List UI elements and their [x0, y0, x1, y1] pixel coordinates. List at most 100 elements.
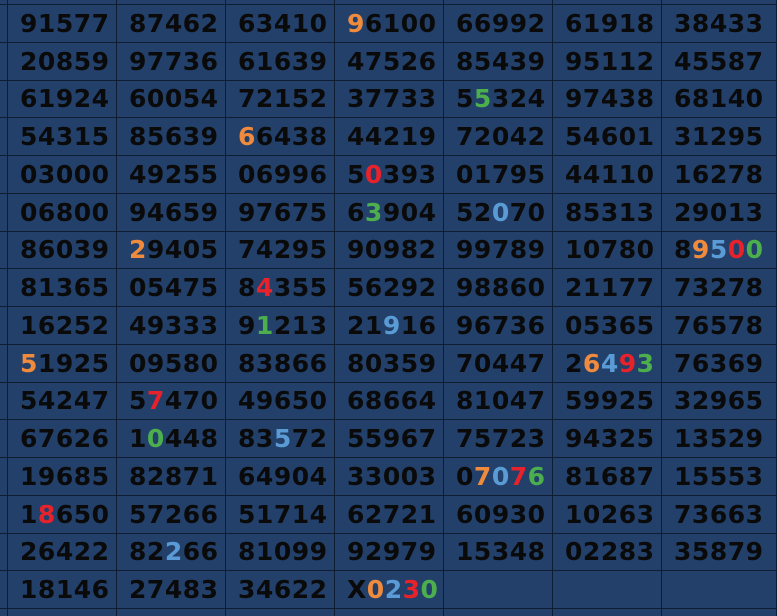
digit: 6 — [709, 499, 728, 529]
digit: 2 — [382, 122, 401, 152]
digit: 1 — [20, 310, 38, 340]
digit: 6 — [182, 537, 201, 567]
digit: 2 — [509, 84, 528, 114]
grid-cell: 67626 — [8, 420, 117, 458]
grid-cell: 85313 — [553, 193, 662, 232]
digit: 5 — [473, 84, 492, 114]
digit: 0 — [473, 499, 492, 529]
grid-cell: 84355 — [226, 269, 335, 307]
grid-cell: 66992 — [444, 5, 553, 43]
digit: 8 — [20, 235, 38, 265]
digit: 4 — [164, 8, 183, 38]
grid-edge — [0, 307, 8, 345]
digit: 5 — [129, 499, 147, 529]
digit: 0 — [745, 235, 764, 265]
digit: 0 — [745, 84, 764, 114]
digit: 7 — [727, 159, 746, 189]
digit: 9 — [565, 424, 583, 454]
grid-cell: 81687 — [553, 458, 662, 496]
digit: 3 — [402, 575, 421, 605]
digit: 5 — [164, 348, 183, 378]
digit: 7 — [745, 46, 764, 76]
digit: 8 — [565, 197, 583, 227]
digit: 7 — [238, 235, 256, 265]
grid-edge — [0, 231, 8, 270]
digit: 3 — [745, 197, 764, 227]
digit: 5 — [91, 461, 110, 491]
digit: 4 — [600, 84, 619, 114]
digit: 2 — [709, 122, 728, 152]
digit: 2 — [418, 235, 437, 265]
grid-cell: 16278 — [662, 156, 777, 194]
digit: 3 — [182, 46, 201, 76]
grid-cell: 29405 — [117, 231, 226, 270]
grid-cell: 94325 — [553, 420, 662, 458]
digit: 4 — [255, 461, 274, 491]
digit: 3 — [691, 499, 710, 529]
digit: 1 — [674, 424, 692, 454]
digit: 1 — [636, 122, 655, 152]
digit: 5 — [200, 273, 219, 303]
digit: 3 — [55, 122, 74, 152]
digit: 3 — [709, 348, 728, 378]
digit: 4 — [582, 122, 601, 152]
grid-cell: 06996 — [226, 156, 335, 194]
digit: 5 — [527, 159, 546, 189]
digit: 2 — [418, 273, 437, 303]
digit: 6 — [400, 386, 419, 416]
digit: 5 — [565, 122, 583, 152]
grid-cell: 05475 — [117, 269, 226, 307]
grid-cell: 60930 — [444, 495, 553, 534]
digit: 0 — [400, 8, 419, 38]
digit: 0 — [473, 348, 492, 378]
digit: 0 — [364, 348, 383, 378]
digit: 5 — [20, 386, 38, 416]
digit: 2 — [255, 84, 274, 114]
digit: 6 — [200, 537, 219, 567]
digit: 4 — [418, 197, 437, 227]
digit: 2 — [164, 499, 183, 529]
grid-cell: 81365 — [8, 269, 117, 307]
digit: 6 — [691, 159, 710, 189]
digit: 9 — [491, 8, 510, 38]
digit: 7 — [146, 575, 165, 605]
digit: 5 — [146, 122, 165, 152]
number-grid: 9157787462634109610066992619183843320859… — [0, 0, 777, 616]
digit: 5 — [709, 424, 728, 454]
digit: 4 — [509, 122, 528, 152]
digit: 5 — [565, 386, 583, 416]
digit: 8 — [238, 537, 256, 567]
digit: 1 — [37, 84, 56, 114]
digit: 6 — [400, 424, 419, 454]
digit: 4 — [491, 46, 510, 76]
grid-cell: 32965 — [662, 382, 777, 421]
digit: 1 — [727, 197, 746, 227]
digit: 1 — [37, 8, 56, 38]
digit: 6 — [273, 575, 292, 605]
digit: 3 — [364, 197, 383, 227]
grid-cell: 06800 — [8, 193, 117, 232]
digit: 9 — [456, 235, 474, 265]
grid-cell: 20859 — [8, 42, 117, 81]
digit: 1 — [129, 424, 147, 454]
digit: 3 — [636, 348, 655, 378]
digit: 9 — [273, 461, 292, 491]
digit: 7 — [618, 273, 637, 303]
digit: 5 — [473, 537, 492, 567]
grid-cell: 54315 — [8, 118, 117, 156]
digit: 7 — [146, 46, 165, 76]
digit: 7 — [636, 461, 655, 491]
digit: 1 — [582, 461, 601, 491]
digit: 1 — [618, 8, 637, 38]
digit: 4 — [255, 235, 274, 265]
digit: 5 — [309, 197, 328, 227]
digit: 4 — [164, 424, 183, 454]
grid-cell: 13529 — [662, 420, 777, 458]
digit: 1 — [20, 499, 38, 529]
digit: 5 — [691, 461, 710, 491]
grid-cell — [444, 571, 553, 609]
digit: 5 — [291, 84, 310, 114]
digit: 4 — [509, 386, 528, 416]
digit: 0 — [727, 235, 746, 265]
digit: 2 — [291, 575, 310, 605]
